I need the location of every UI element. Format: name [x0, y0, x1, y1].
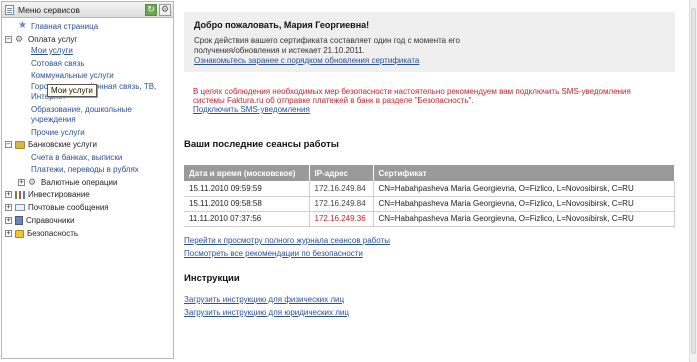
welcome-title: Добро пожаловать, Мария Георгиевна! — [194, 20, 370, 30]
expand-icon[interactable]: + — [5, 191, 12, 198]
tree-item-utilities[interactable]: Коммунальные услуги — [31, 71, 114, 80]
main-content: Добро пожаловать, Мария Георгиевна! Срок… — [181, 0, 681, 362]
session-datetime: 15.11.2010 09:58:58 — [184, 196, 310, 212]
table-row: 15.11.2010 09:58:58 172.16.249.84 CN=Hab… — [184, 196, 675, 212]
tree-item-security[interactable]: + Безопасность — [5, 229, 78, 238]
welcome-panel: Добро пожаловать, Мария Георгиевна! Срок… — [184, 12, 675, 72]
column-header-ip: IP-адрес — [309, 165, 374, 181]
envelope-icon — [15, 204, 25, 211]
bank-label[interactable]: Банковские услуги — [28, 140, 97, 149]
service-menu-header: Меню сервисов ↻ ⚙ — [2, 2, 173, 18]
expand-icon[interactable]: + — [18, 178, 25, 186]
tooltip: Мои услуги — [47, 84, 97, 97]
tree-item-cellular[interactable]: Сотовая связь — [31, 59, 85, 68]
expand-icon[interactable]: + — [5, 204, 12, 211]
service-menu-panel: Меню сервисов ↻ ⚙ ★ Главная страница − ⚙… — [1, 1, 174, 359]
tree-item-bank[interactable]: − Банковские услуги — [5, 140, 97, 149]
scrollbar-thumb[interactable] — [691, 8, 696, 354]
reference-label[interactable]: Справочники — [26, 216, 74, 225]
tree-item-investing[interactable]: + Инвестирование — [5, 190, 90, 199]
currency-label[interactable]: Валютные операции — [41, 178, 117, 187]
utilities-link[interactable]: Коммунальные услуги — [31, 71, 114, 80]
security-recommendations-link[interactable]: Посмотреть все рекомендации по безопасно… — [184, 249, 363, 258]
other-link[interactable]: Прочие услуги — [31, 128, 85, 137]
refresh-icon[interactable]: ↻ — [145, 3, 157, 16]
document-icon — [5, 4, 14, 15]
gears-icon: ⚙ — [28, 177, 37, 187]
sessions-title: Ваши последние сеансы работы — [184, 139, 339, 150]
collapse-icon[interactable]: − — [5, 141, 12, 148]
service-menu-title: Меню сервисов — [18, 4, 80, 15]
table-header-row: Дата и время (московское) IP-адрес Серти… — [184, 165, 675, 181]
folder-icon — [15, 140, 25, 149]
session-datetime: 11.11.2010 07:37:56 — [184, 211, 310, 227]
lock-icon — [15, 229, 24, 238]
expand-icon[interactable]: + — [5, 217, 12, 224]
tree-item-currency[interactable]: + ⚙ Валютные операции — [18, 177, 117, 187]
enable-sms-link[interactable]: Подключить SMS-уведомления — [193, 105, 310, 114]
certificate-update-link[interactable]: Ознакомьтесь заранее с порядком обновлен… — [194, 56, 665, 65]
table-row: 11.11.2010 07:37:56 172.16.249.36 CN=Hab… — [184, 211, 675, 227]
column-header-certificate: Сертификат — [373, 165, 675, 181]
book-icon — [15, 216, 23, 225]
tree-item-payments[interactable]: − ⚙ Оплата услуг — [5, 34, 77, 44]
session-certificate: CN=Habahpasheva Maria Georgievna, O=Fizl… — [373, 181, 675, 197]
gear-icon[interactable]: ⚙ — [159, 3, 171, 16]
instructions-legal-entities-link[interactable]: Загрузить инструкцию для юридических лиц — [184, 308, 349, 317]
accounts-link[interactable]: Счета в банках, выписки — [31, 153, 122, 162]
tree-item-other[interactable]: Прочие услуги — [31, 128, 85, 137]
instructions-title: Инструкции — [184, 273, 240, 284]
collapse-icon[interactable]: − — [5, 35, 12, 43]
service-tree: ★ Главная страница − ⚙ Оплата услуг Мои … — [2, 18, 173, 238]
star-icon: ★ — [18, 20, 27, 31]
mail-label[interactable]: Почтовые сообщения — [28, 203, 109, 212]
column-header-datetime: Дата и время (московское) — [184, 165, 310, 181]
instructions-individuals-link[interactable]: Загрузить инструкцию для физических лиц — [184, 295, 344, 304]
chart-icon — [15, 190, 25, 199]
cellular-link[interactable]: Сотовая связь — [31, 59, 85, 68]
education-link[interactable]: Образование, дошкольные учреждения — [31, 105, 171, 125]
sessions-table: Дата и время (московское) IP-адрес Серти… — [184, 165, 675, 227]
session-journal-link[interactable]: Перейти к просмотру полного журнала сеан… — [184, 236, 390, 245]
certificate-notice: Срок действия вашего сертификата составл… — [194, 36, 460, 55]
expand-icon[interactable]: + — [5, 230, 12, 237]
session-certificate: CN=Habahpasheva Maria Georgievna, O=Fizl… — [373, 196, 675, 212]
tree-item-home[interactable]: ★ Главная страница — [18, 21, 98, 31]
tree-item-mail[interactable]: + Почтовые сообщения — [5, 203, 109, 212]
tree-item-my-services[interactable]: Мои услуги — [31, 46, 73, 55]
my-services-link[interactable]: Мои услуги — [31, 46, 73, 55]
home-link[interactable]: Главная страница — [31, 22, 98, 31]
gears-icon: ⚙ — [15, 34, 24, 44]
tree-item-transfers[interactable]: Платежи, переводы в рублях — [31, 165, 139, 174]
vertical-scrollbar[interactable] — [689, 0, 697, 362]
table-row: 15.11.2010 09:59:59 172.16.249.84 CN=Hab… — [184, 181, 675, 197]
tree-item-accounts[interactable]: Счета в банках, выписки — [31, 153, 122, 162]
session-datetime: 15.11.2010 09:59:59 — [184, 181, 310, 197]
security-warning: В целях соблюдения необходимых мер безоп… — [193, 87, 631, 105]
session-ip-alert: 172.16.249.36 — [309, 211, 374, 227]
tree-item-education[interactable]: Образование, дошкольные учреждения — [31, 105, 171, 125]
investing-label[interactable]: Инвестирование — [28, 190, 90, 199]
session-ip: 172.16.249.84 — [309, 181, 374, 197]
security-label[interactable]: Безопасность — [27, 229, 78, 238]
payments-label[interactable]: Оплата услуг — [28, 35, 77, 44]
session-ip: 172.16.249.84 — [309, 196, 374, 212]
transfers-link[interactable]: Платежи, переводы в рублях — [31, 165, 139, 174]
session-certificate: CN=Habahpasheva Maria Georgievna, O=Fizl… — [373, 211, 675, 227]
tree-item-reference[interactable]: + Справочники — [5, 216, 74, 225]
